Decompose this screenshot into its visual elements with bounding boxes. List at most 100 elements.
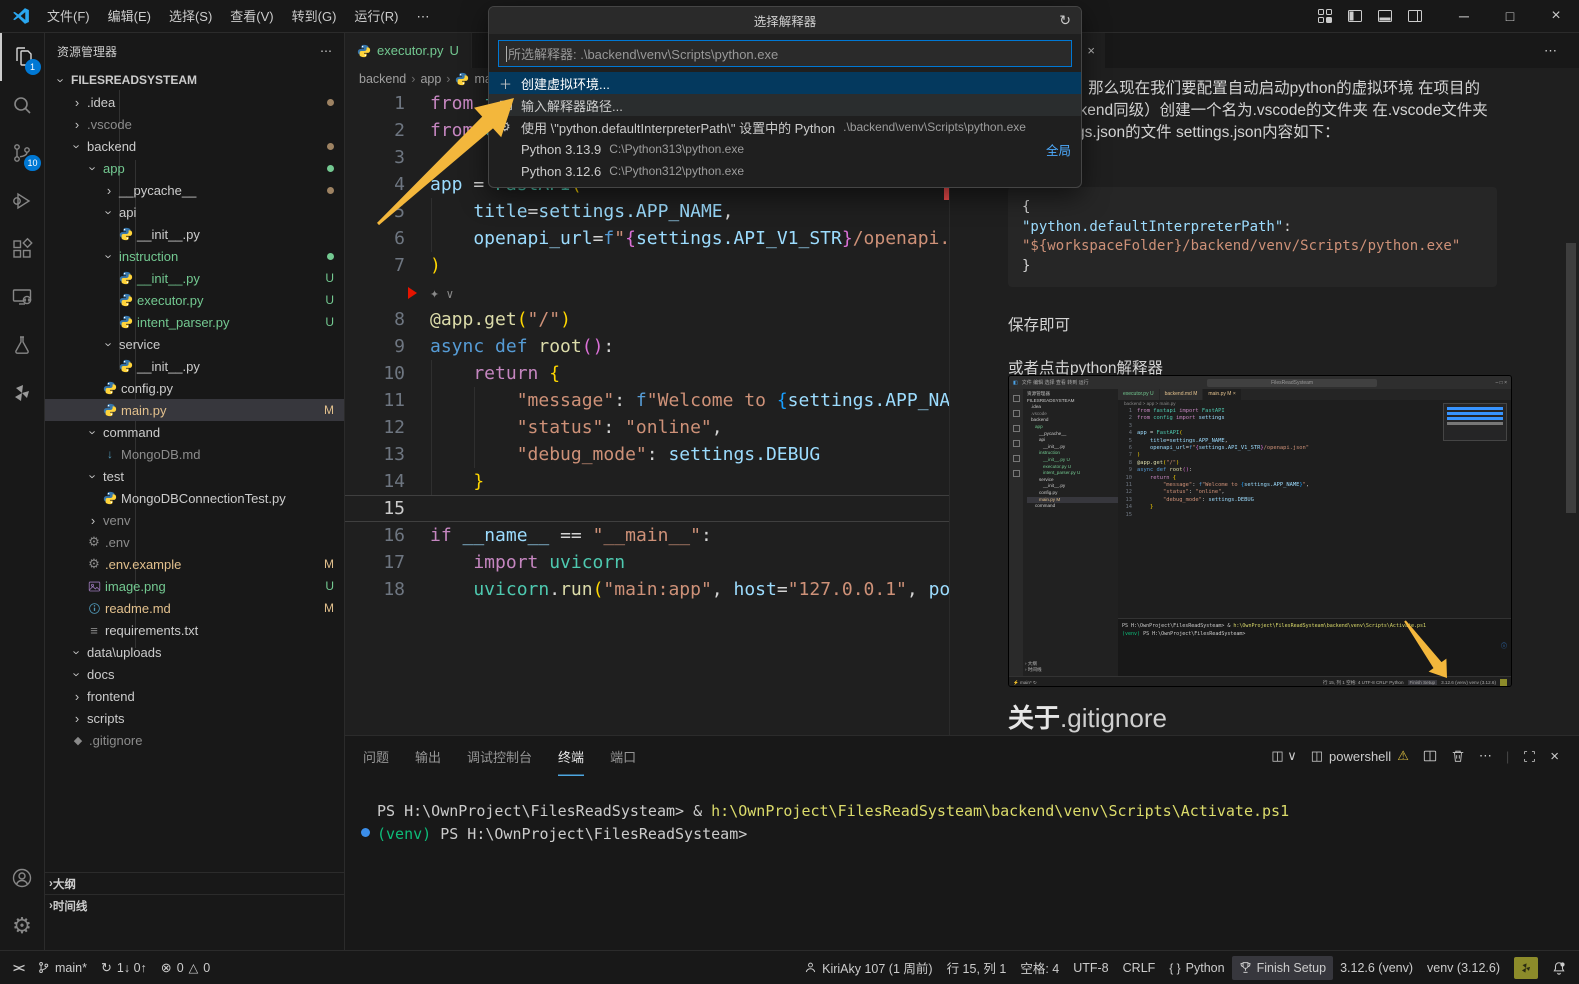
tree-item-venv[interactable]: ›venv	[45, 509, 344, 531]
activitybar-pinwheel-extension-icon[interactable]	[0, 369, 45, 417]
activitybar-remote-explorer-icon[interactable]	[0, 273, 45, 321]
statusbar-item-right-2[interactable]: 空格: 4	[1013, 956, 1066, 980]
interpreter-option-4[interactable]: Python 3.12.6C:\Python312\python.exe	[489, 160, 1081, 182]
statusbar-item-right-7[interactable]: 3.12.6 (venv)	[1333, 956, 1420, 980]
tree-item-mongodb-md[interactable]: ↓MongoDB.md	[45, 443, 344, 465]
tree-item--init-py[interactable]: __init__.py	[45, 223, 344, 245]
terminal-launch-icon[interactable]: ◫ ∨	[1271, 748, 1296, 764]
interpreter-option-2[interactable]: ⚙使用 \"python.defaultInterpreterPath\" 设置…	[489, 116, 1081, 138]
tree-item--env-example[interactable]: ⚙.env.exampleM	[45, 553, 344, 575]
activitybar-extensions-icon[interactable]	[0, 225, 45, 273]
tree-item-config-py[interactable]: config.py	[45, 377, 344, 399]
chevron-down-icon[interactable]: ∨	[439, 287, 453, 301]
section-0[interactable]: ›大纲	[45, 872, 345, 894]
tab-close-icon[interactable]: ×	[1087, 43, 1095, 58]
tree-item-service[interactable]: ›service	[45, 333, 344, 355]
interpreter-option-0[interactable]: ＋创建虚拟环境...	[489, 72, 1081, 94]
interpreter-option-3[interactable]: Python 3.13.9C:\Python313\python.exe全局	[489, 138, 1081, 160]
activitybar-source-control-icon[interactable]: 10	[0, 129, 45, 177]
tree-item-image-png[interactable]: image.pngU	[45, 575, 344, 597]
layout-customize-icon[interactable]	[1317, 8, 1333, 24]
interpreter-option-1[interactable]: 输入解释器路径...	[489, 94, 1081, 116]
statusbar-item-right-1[interactable]: 行 15, 列 1	[940, 956, 1014, 980]
section-1[interactable]: ›时间线	[45, 894, 345, 916]
statusbar-item-right-8[interactable]: venv (3.12.6)	[1420, 956, 1507, 980]
window-minimize-button[interactable]: ─	[1441, 0, 1487, 33]
interpreter-search-input[interactable]: 所选解释器: .\backend\venv\Scripts\python.exe	[498, 40, 1072, 67]
menu-5[interactable]: 运行(R)	[345, 0, 407, 33]
close-panel-icon[interactable]: ×	[1550, 748, 1559, 765]
menu-2[interactable]: 选择(S)	[160, 0, 221, 33]
tree-item--vscode[interactable]: ›.vscode	[45, 113, 344, 135]
statusbar-errwarn-left-3[interactable]: ⊗0△0	[154, 956, 217, 980]
tree-item-docs[interactable]: ›docs	[45, 663, 344, 685]
statusbar-bell-right-10[interactable]	[1545, 956, 1573, 980]
tree-item-data-uploads[interactable]: ›data\uploads	[45, 641, 344, 663]
menu-4[interactable]: 转到(G)	[283, 0, 346, 33]
option-action-global[interactable]: 全局	[1046, 140, 1071, 159]
statusbar-trophy-right-6[interactable]: Finish Setup	[1232, 956, 1333, 980]
window-close-button[interactable]: ×	[1533, 0, 1579, 33]
tree-item--env[interactable]: ⚙.env	[45, 531, 344, 553]
tree-item-test[interactable]: ›test	[45, 465, 344, 487]
tree-item--idea[interactable]: ›.idea	[45, 91, 344, 113]
tree-item-backend[interactable]: ›backend	[45, 135, 344, 157]
panel-tab-端口[interactable]: 端口	[610, 736, 636, 776]
statusbar-sync-left-2[interactable]: ↻1↓ 0↑	[94, 956, 154, 980]
activitybar-search-icon[interactable]	[0, 81, 45, 129]
menu-0[interactable]: 文件(F)	[38, 0, 99, 33]
preview-scrollbar[interactable]	[1566, 243, 1576, 513]
breadcrumb-item[interactable]: app	[420, 72, 441, 86]
tree-item-instruction[interactable]: ›instruction	[45, 245, 344, 267]
terminal-instance-powershell[interactable]: ◫ powershell ⚠	[1311, 748, 1409, 764]
statusbar-branch-left-1[interactable]: main*	[30, 956, 94, 980]
panel-tab-终端[interactable]: 终端	[558, 736, 584, 776]
split-terminal-icon[interactable]	[1423, 749, 1437, 763]
toggle-sidebar-icon[interactable]	[1347, 8, 1363, 24]
maximize-panel-icon[interactable]	[1523, 750, 1536, 763]
menu-1[interactable]: 编辑(E)	[99, 0, 160, 33]
activitybar-run-debug-icon[interactable]	[0, 177, 45, 225]
activitybar-settings-icon[interactable]: ⚙	[0, 902, 45, 950]
tree-item--gitignore[interactable]: ◆.gitignore	[45, 729, 344, 751]
statusbar-item-right-3[interactable]: UTF-8	[1066, 956, 1115, 980]
sidebar-more-icon[interactable]: ⋯	[320, 44, 332, 58]
statusbar-item-right-4[interactable]: CRLF	[1116, 956, 1163, 980]
tree-item-intent-parser-py[interactable]: intent_parser.pyU	[45, 311, 344, 333]
copilot-sparkle-icon[interactable]: ✦	[430, 284, 439, 302]
breadcrumb-item[interactable]: backend	[359, 72, 406, 86]
tree-item-main-py[interactable]: main.pyM	[45, 399, 344, 421]
tree-item-command[interactable]: ›command	[45, 421, 344, 443]
tree-item-frontend[interactable]: ›frontend	[45, 685, 344, 707]
toggle-panel-icon[interactable]	[1377, 8, 1393, 24]
tree-item-filesreadsysteam[interactable]: ›FILESREADSYSTEAM	[45, 69, 344, 91]
panel-tab-问题[interactable]: 问题	[363, 736, 389, 776]
tree-item-executor-py[interactable]: executor.pyU	[45, 289, 344, 311]
refresh-icon[interactable]: ↻	[1059, 7, 1071, 34]
terminal-output[interactable]: PS H:\OwnProject\FilesReadSysteam> & h:\…	[345, 776, 1579, 846]
activitybar-account-icon[interactable]	[0, 854, 45, 902]
tree-item-readme-md[interactable]: readme.mdM	[45, 597, 344, 619]
tree-item-app[interactable]: ›app	[45, 157, 344, 179]
statusbar-person-right-0[interactable]: KiriAky 107 (1 周前)	[797, 956, 939, 980]
statusbar-pinwheel-right-9[interactable]	[1507, 956, 1545, 980]
statusbar-braces-right-5[interactable]: { }Python	[1162, 956, 1231, 980]
tab-executor-py[interactable]: executor.py U	[345, 33, 472, 68]
window-maximize-button[interactable]: □	[1487, 0, 1533, 33]
activitybar-testing-icon[interactable]	[0, 321, 45, 369]
statusbar-remote-left-0[interactable]: ><	[6, 956, 30, 980]
tree-item--init-py[interactable]: __init__.py	[45, 355, 344, 377]
kill-terminal-icon[interactable]	[1451, 749, 1465, 763]
panel-tab-输出[interactable]: 输出	[415, 736, 441, 776]
tree-item--pycache-[interactable]: ›__pycache__	[45, 179, 344, 201]
tree-item--init-py[interactable]: __init__.pyU	[45, 267, 344, 289]
menu-3[interactable]: 查看(V)	[221, 0, 282, 33]
menu-6[interactable]: ⋯	[407, 0, 438, 33]
panel-more-icon[interactable]: ⋯	[1479, 748, 1492, 764]
activitybar-explorer-icon[interactable]: 1	[0, 33, 45, 81]
toggle-secondary-sidebar-icon[interactable]	[1407, 8, 1423, 24]
tree-item-requirements-txt[interactable]: ≡requirements.txt	[45, 619, 344, 641]
preview-more-icon[interactable]: ⋯	[1544, 43, 1579, 59]
tree-item-api[interactable]: ›api	[45, 201, 344, 223]
tree-item-scripts[interactable]: ›scripts	[45, 707, 344, 729]
